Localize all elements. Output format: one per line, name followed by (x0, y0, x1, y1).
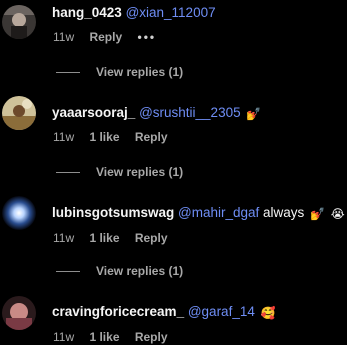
comment-time: 11w (53, 130, 75, 144)
avatar-image (2, 296, 36, 330)
like-count[interactable]: 1 like (89, 130, 119, 144)
avatar[interactable] (2, 5, 36, 39)
comment-mention[interactable]: @garaf_14 (188, 304, 255, 319)
reply-button[interactable]: Reply (135, 231, 168, 245)
reply-button[interactable]: Reply (135, 330, 168, 344)
comment-time: 11w (53, 231, 75, 245)
nail-polish-emoji-icon: 💅 (246, 107, 262, 121)
view-replies-label: View replies (1) (96, 264, 184, 278)
comment-mention[interactable]: @xian_112007 (126, 5, 216, 20)
like-count[interactable]: 1 like (89, 330, 119, 344)
view-replies-label: View replies (1) (96, 165, 184, 179)
comment-text: always (263, 205, 305, 220)
comment-time: 11w (53, 30, 75, 44)
comment-mention[interactable]: @srushtii__2305 (139, 105, 241, 120)
reply-button[interactable]: Reply (135, 130, 168, 144)
avatar-image (2, 5, 36, 39)
avatar[interactable] (2, 296, 36, 330)
comment-time: 11w (53, 330, 75, 344)
comment-username[interactable]: cravingforicecream_ (52, 304, 184, 319)
nail-polish-emoji-icon: 💅 (310, 207, 326, 221)
comment-username[interactable]: hang_0423 (52, 5, 122, 20)
divider (56, 172, 80, 173)
comment-username[interactable]: yaaarsooraj_ (52, 105, 135, 120)
smiling-hearts-emoji-icon: 🥰 (260, 306, 276, 320)
like-count[interactable]: 1 like (89, 231, 119, 245)
crying-face-emoji-icon: 😭 (330, 207, 345, 221)
avatar[interactable] (2, 96, 36, 130)
divider (56, 271, 80, 272)
avatar[interactable] (2, 196, 36, 230)
comment-mention[interactable]: @mahir_dgaf (178, 205, 259, 220)
reply-button[interactable]: Reply (89, 30, 122, 44)
avatar-image (2, 196, 36, 230)
divider (56, 72, 80, 73)
comment-username[interactable]: lubinsgotsumswag (52, 205, 174, 220)
view-replies-label: View replies (1) (96, 65, 184, 79)
more-options-icon[interactable]: ••• (138, 30, 157, 44)
avatar-image (2, 96, 36, 130)
